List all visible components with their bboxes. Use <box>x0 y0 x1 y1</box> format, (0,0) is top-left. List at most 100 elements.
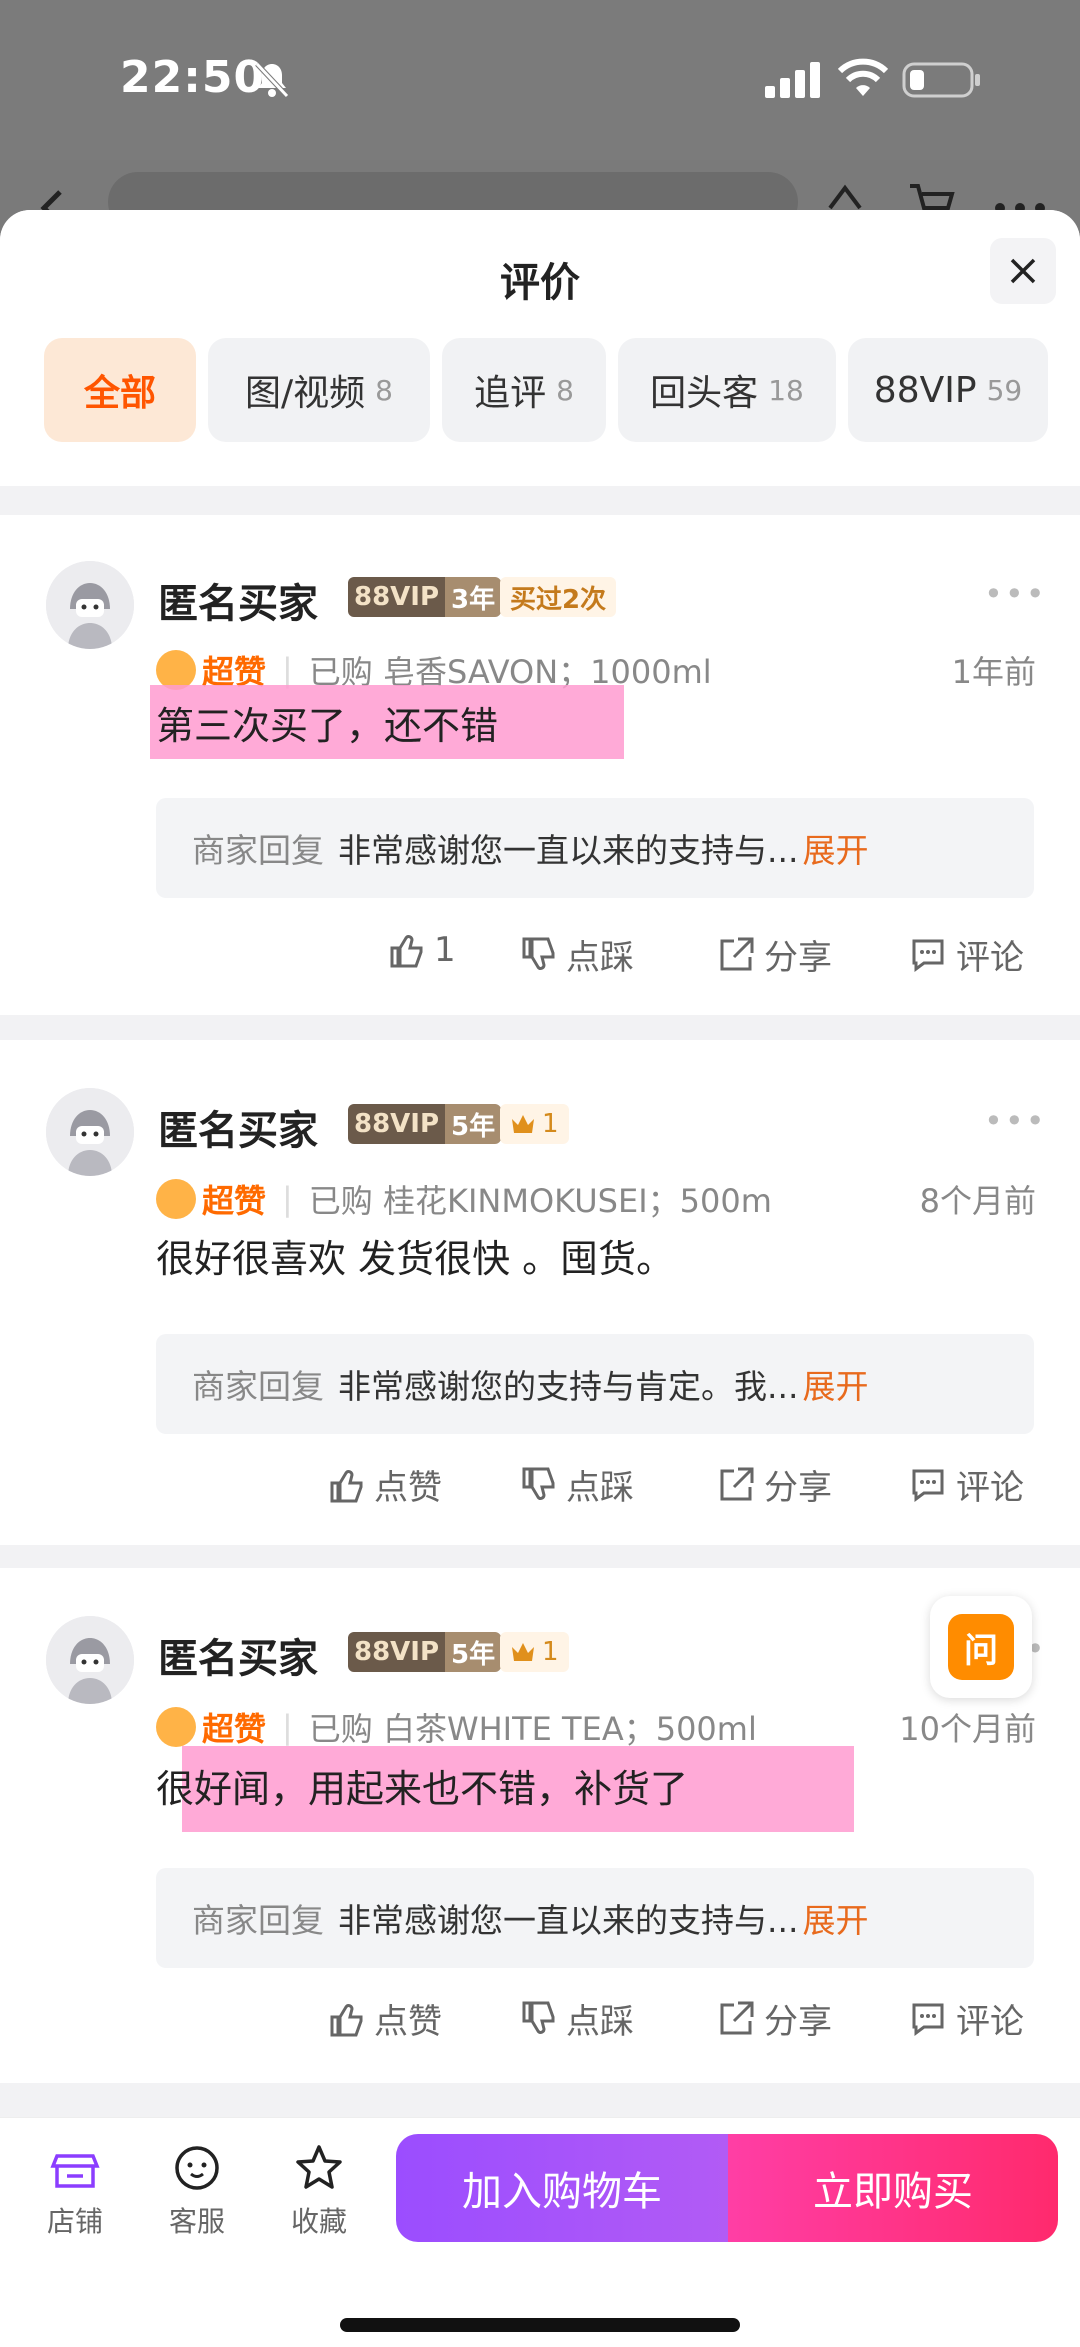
comment-icon <box>912 2003 944 2036</box>
divider: | <box>282 651 293 689</box>
review-card: 匿名买家 88VIP 5年 1 ••• 超赞 | 已购 白茶WHITE TEA；… <box>0 1568 1080 2083</box>
favorite-button[interactable]: 收藏 <box>264 2142 374 2240</box>
crown-badge: 1 <box>500 1632 569 1672</box>
mute-bell-icon <box>255 62 289 98</box>
dislike-button[interactable]: 点踩 <box>518 930 634 979</box>
review-time: 8个月前 <box>919 1182 1036 1220</box>
avatar <box>46 1616 134 1704</box>
share-button[interactable]: 分享 <box>716 1460 832 1509</box>
home-indicator <box>340 2318 740 2332</box>
review-actions: 1 点踩 分享 评论 <box>0 930 1080 980</box>
purchased-variant: 已购 白茶WHITE TEA；500ml <box>308 1710 757 1748</box>
thumbs-up-icon <box>330 2003 363 2036</box>
crown-badge: 1 <box>500 1104 569 1144</box>
tab-follow-up[interactable]: 追评 8 <box>442 338 606 442</box>
store-icon <box>50 2154 100 2188</box>
reply-label: 商家回复 <box>192 1367 324 1406</box>
review-actions: 点赞 点踩 分享 评论 <box>0 1994 1080 2044</box>
anonymous-avatar-icon <box>46 561 134 649</box>
dislike-button[interactable]: 点踩 <box>518 1994 634 2043</box>
merchant-reply[interactable]: 商家回复 非常感谢您一直以来的支持与... 展开 <box>156 798 1034 898</box>
share-icon <box>720 1467 754 1500</box>
tab-count: 59 <box>986 373 1023 407</box>
share-icon <box>720 2001 754 2034</box>
customer-service-button[interactable]: 客服 <box>142 2142 252 2240</box>
thumbs-up-icon <box>330 1469 363 1502</box>
rating-label: 超赞 <box>202 1182 267 1220</box>
store-button[interactable]: 店铺 <box>20 2142 130 2240</box>
divider: | <box>282 1708 293 1746</box>
reply-label: 商家回复 <box>192 831 324 870</box>
tab-label: 全部 <box>83 373 156 414</box>
anonymous-avatar-icon <box>46 1616 134 1704</box>
tab-88vip[interactable]: 88VIP 59 <box>848 338 1048 442</box>
sheet-title: 评价 <box>500 260 580 306</box>
battery-icon <box>902 62 980 98</box>
like-button[interactable]: 1 <box>386 930 456 970</box>
wifi-icon <box>838 58 888 96</box>
tab-label: 追评 <box>474 373 547 414</box>
review-meta: 超赞 | 已购 白茶WHITE TEA；500ml 10个月前 <box>156 1704 1036 1750</box>
heart-eyes-emoji-icon <box>156 1179 196 1219</box>
merchant-reply[interactable]: 商家回复 非常感谢您的支持与肯定。我... 展开 <box>156 1334 1034 1434</box>
comment-button[interactable]: 评论 <box>908 1460 1024 1509</box>
review-card: 匿名买家 88VIP 5年 1 ••• 超赞 | 已购 桂花KINMOKUSEI… <box>0 1040 1080 1545</box>
comment-button[interactable]: 评论 <box>908 930 1024 979</box>
vip-badge: 88VIP 3年 <box>348 577 502 617</box>
purchased-variant: 已购 桂花KINMOKUSEI；500m <box>308 1182 772 1220</box>
thumbs-down-icon <box>522 1467 555 1500</box>
anonymous-avatar-icon <box>46 1088 134 1176</box>
thumbs-down-icon <box>522 2001 555 2034</box>
share-button[interactable]: 分享 <box>716 930 832 979</box>
expand-link[interactable]: 展开 <box>802 1360 868 1408</box>
review-time: 1年前 <box>951 653 1036 691</box>
review-actions: 点赞 点踩 分享 评论 <box>0 1460 1080 1510</box>
thumbs-down-icon <box>522 937 555 970</box>
cellular-signal-icon <box>765 62 820 98</box>
reply-text: 非常感谢您一直以来的支持与... <box>338 831 799 870</box>
avatar <box>46 1088 134 1176</box>
reply-text: 非常感谢您的支持与肯定。我... <box>338 1367 799 1406</box>
more-options-icon[interactable]: ••• <box>984 575 1047 613</box>
rating-label: 超赞 <box>202 1710 267 1748</box>
tab-count: 18 <box>768 373 804 407</box>
tab-count: 8 <box>556 373 574 407</box>
review-text: 很好闻，用起来也不错，补货了 <box>156 1767 689 1811</box>
tab-label: 图/视频 <box>245 373 366 414</box>
more-options-icon[interactable]: ••• <box>984 1102 1047 1140</box>
customer-service-icon <box>175 2146 219 2190</box>
review-text: 很好很喜欢 发货很快 。囤货。 <box>156 1237 675 1281</box>
like-button[interactable]: 点赞 <box>326 1460 442 1509</box>
vip-badge: 88VIP 5年 <box>348 1104 502 1144</box>
expand-link[interactable]: 展开 <box>802 1894 868 1942</box>
share-button[interactable]: 分享 <box>716 1994 832 2043</box>
crown-icon <box>512 1115 534 1133</box>
tab-label: 回头客 <box>650 373 759 414</box>
add-to-cart-button[interactable]: 加入购物车 <box>396 2134 728 2242</box>
close-button[interactable] <box>990 238 1056 304</box>
previous-review-peek <box>0 442 1080 500</box>
dislike-button[interactable]: 点踩 <box>518 1460 634 1509</box>
heart-eyes-emoji-icon <box>156 650 196 690</box>
tab-image-video[interactable]: 图/视频 8 <box>208 338 430 442</box>
like-button[interactable]: 点赞 <box>326 1994 442 2043</box>
merchant-reply[interactable]: 商家回复 非常感谢您一直以来的支持与... 展开 <box>156 1868 1034 1968</box>
reviewer-name: 匿名买家 <box>158 1108 318 1154</box>
comment-button[interactable]: 评论 <box>908 1994 1024 2043</box>
tab-all[interactable]: 全部 <box>44 338 196 442</box>
reply-text: 非常感谢您一直以来的支持与... <box>338 1901 799 1940</box>
ask-icon: 问 <box>948 1614 1014 1680</box>
tab-repeat-customer[interactable]: 回头客 18 <box>618 338 836 442</box>
review-card: 匿名买家 88VIP 3年 买过2次 ••• 超赞 | 已购 皂香SAVON；1… <box>0 515 1080 1015</box>
ask-question-button[interactable]: 问 <box>930 1596 1032 1698</box>
close-icon <box>1010 258 1036 284</box>
bought-times-badge: 买过2次 <box>500 577 617 617</box>
heart-eyes-emoji-icon <box>156 1707 196 1747</box>
thumbs-up-icon <box>390 935 423 968</box>
bottom-action-bar: 店铺 客服 收藏 加入购物车 立即购买 <box>0 2117 1080 2347</box>
reply-label: 商家回复 <box>192 1901 324 1940</box>
reviewer-name: 匿名买家 <box>158 581 318 627</box>
vip-badge: 88VIP 5年 <box>348 1632 502 1672</box>
expand-link[interactable]: 展开 <box>802 824 868 872</box>
buy-now-button[interactable]: 立即购买 <box>728 2134 1058 2242</box>
